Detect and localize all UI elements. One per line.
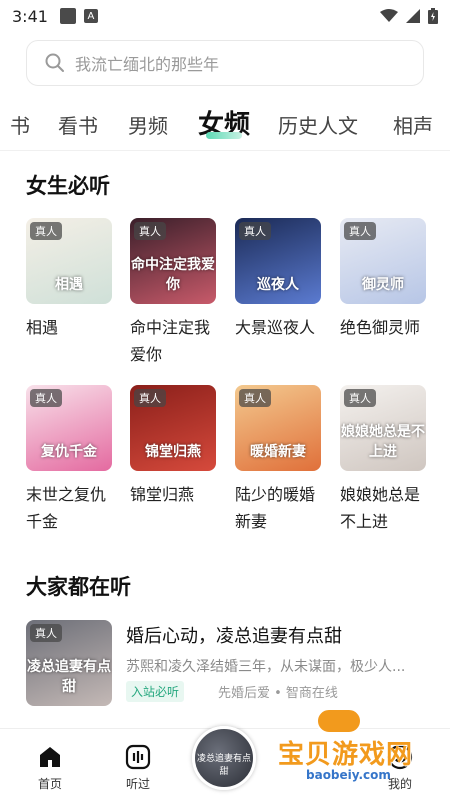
book-title[interactable]: 末世之复仇千金: [26, 481, 112, 535]
status-time: 3:41: [12, 6, 48, 26]
list-item-meta: 先婚后爱 • 智商在线: [218, 686, 338, 701]
wifi-icon: [380, 9, 398, 22]
book-card[interactable]: 真人 命中注定我爱你 命中注定我爱你: [130, 218, 216, 368]
list-item-title[interactable]: 婚后心动，凌总追妻有点甜: [126, 622, 342, 648]
app-a-icon: A: [83, 9, 98, 23]
book-title[interactable]: 大景巡夜人: [235, 314, 321, 341]
nav-home[interactable]: 首页: [20, 729, 80, 792]
real-person-badge: 真人: [30, 389, 62, 407]
watermark-sub: baobeiy.com: [306, 768, 391, 782]
tab-male[interactable]: 男频: [128, 110, 168, 139]
book-card[interactable]: 真人御灵师绝色御灵师: [340, 218, 426, 341]
book-card[interactable]: 真人巡夜人大景巡夜人: [235, 218, 321, 341]
gamepad-icon: [316, 708, 362, 734]
book-title[interactable]: 陆少的暖婚新妻: [235, 481, 321, 535]
book-cover[interactable]: 真人娘娘她总是不上进: [340, 385, 426, 471]
cover-text: 娘娘她总是不上进: [341, 424, 425, 460]
book-cover[interactable]: 真人 命中注定我爱你: [130, 218, 216, 304]
battery-icon: [428, 8, 438, 24]
tab-read[interactable]: 看书: [58, 110, 98, 139]
tab-history[interactable]: 历史人文: [278, 110, 358, 139]
book-card[interactable]: 真人 相遇 相遇: [26, 218, 112, 341]
search-icon: [45, 53, 64, 72]
nav-listened[interactable]: 听过: [108, 729, 168, 792]
real-person-badge: 真人: [30, 222, 62, 240]
nav-home-label: 首页: [37, 777, 62, 791]
section-title-female-must: 女生必听: [26, 174, 110, 198]
divider: [0, 150, 450, 151]
book-cover[interactable]: 真人相遇: [26, 218, 112, 304]
status-right: [380, 8, 438, 24]
cover-text: 复仇千金: [41, 444, 97, 460]
cover-text: 相遇: [55, 277, 83, 293]
real-person-badge: 真人: [30, 624, 62, 642]
book-title[interactable]: 锦堂归燕: [130, 481, 216, 508]
book-title[interactable]: 绝色御灵师: [340, 314, 426, 341]
book-cover[interactable]: 真人锦堂归燕: [130, 385, 216, 471]
tab-crosstalk[interactable]: 相声: [393, 110, 433, 139]
real-person-badge: 真人: [344, 222, 376, 240]
section-title-popular: 大家都在听: [26, 575, 131, 599]
real-person-badge: 真人: [344, 389, 376, 407]
notification-square-icon: [59, 8, 76, 24]
list-item[interactable]: 真人 凌总追妻有点甜 婚后心动，凌总追妻有点甜 苏熙和凌久泽结婚三年，从未谋面，…: [26, 620, 426, 706]
book-title[interactable]: 相遇: [26, 314, 112, 341]
real-person-badge: 真人: [239, 389, 271, 407]
now-playing-disc-text: 凌总追妻有点甜: [196, 754, 251, 777]
book-cover[interactable]: 真人御灵师: [340, 218, 426, 304]
book-card[interactable]: 真人 娘娘她总是不上进 娘娘她总是不上进: [340, 385, 426, 535]
home-icon: [36, 743, 64, 771]
book-card[interactable]: 真人 锦堂归燕 锦堂归燕: [130, 385, 216, 508]
real-person-badge: 真人: [134, 222, 166, 240]
book-card[interactable]: 真人复仇千金末世之复仇千金: [26, 385, 112, 535]
now-playing-disc[interactable]: 凌总追妻有点甜: [192, 726, 256, 790]
watermark-main: 宝贝游戏网: [278, 740, 414, 770]
watermark: 宝贝游戏网 baobeiy.com: [274, 704, 444, 794]
real-person-badge: 真人: [134, 389, 166, 407]
book-cover[interactable]: 真人 凌总追妻有点甜: [26, 620, 112, 706]
book-card[interactable]: 真人暖婚新妻陆少的暖婚新妻: [235, 385, 321, 535]
status-bar: 3:41 A: [0, 0, 450, 32]
active-tab-indicator: [206, 132, 242, 139]
cover-text: 凌总追妻有点甜: [27, 659, 111, 695]
tab-book[interactable]: 书: [10, 110, 30, 139]
listened-icon: [124, 743, 152, 771]
cover-text: 命中注定我爱你: [131, 257, 215, 293]
book-cover[interactable]: 真人巡夜人: [235, 218, 321, 304]
nav-listened-label: 听过: [125, 777, 150, 791]
cover-text: 巡夜人: [257, 277, 299, 293]
search-placeholder: 我流亡缅北的那些年: [75, 55, 220, 74]
book-cover[interactable]: 真人复仇千金: [26, 385, 112, 471]
list-item-desc: 苏熙和凌久泽结婚三年，从未谋面，极少人...: [126, 659, 406, 675]
book-cover[interactable]: 真人暖婚新妻: [235, 385, 321, 471]
search-bar[interactable]: 我流亡缅北的那些年: [26, 40, 424, 86]
book-title[interactable]: 娘娘她总是不上进: [340, 481, 426, 535]
list-item-tag: 入站必听: [126, 681, 185, 702]
signal-icon: [406, 9, 420, 23]
cover-text: 锦堂归燕: [145, 444, 201, 460]
cover-text: 御灵师: [362, 277, 404, 293]
book-title[interactable]: 命中注定我爱你: [130, 314, 216, 368]
cover-text: 暖婚新妻: [250, 444, 306, 460]
real-person-badge: 真人: [239, 222, 271, 240]
